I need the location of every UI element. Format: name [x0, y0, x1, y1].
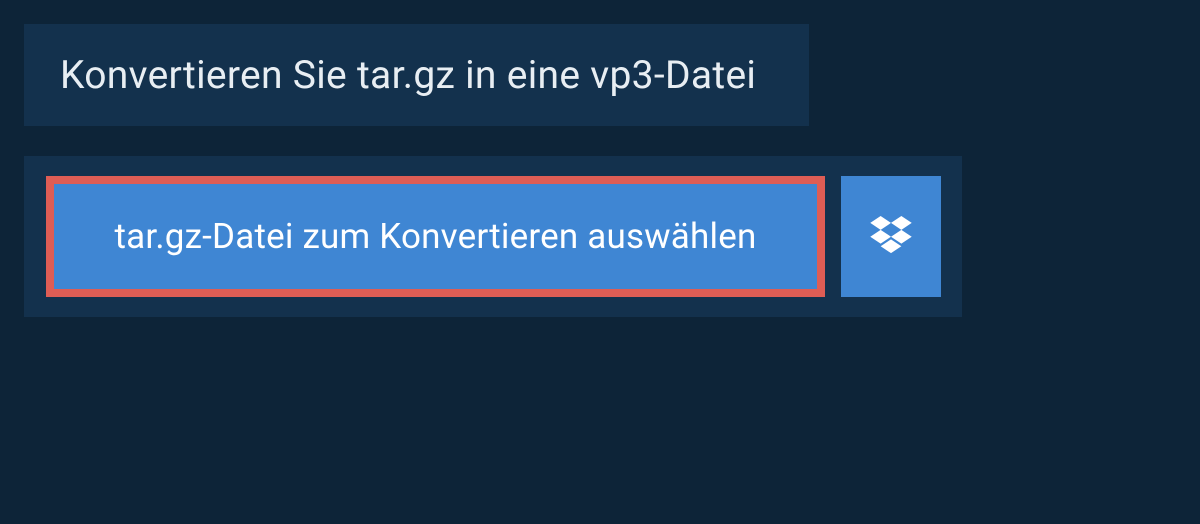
- page-title: Konvertieren Sie tar.gz in eine vp3-Date…: [60, 52, 773, 98]
- choose-file-button[interactable]: tar.gz-Datei zum Konvertieren auswählen: [46, 176, 825, 297]
- dropbox-button[interactable]: [841, 176, 941, 297]
- upload-panel: tar.gz-Datei zum Konvertieren auswählen: [24, 156, 962, 317]
- page-title-bar: Konvertieren Sie tar.gz in eine vp3-Date…: [24, 24, 809, 126]
- choose-file-label: tar.gz-Datei zum Konvertieren auswählen: [114, 216, 756, 257]
- dropbox-icon: [870, 216, 912, 258]
